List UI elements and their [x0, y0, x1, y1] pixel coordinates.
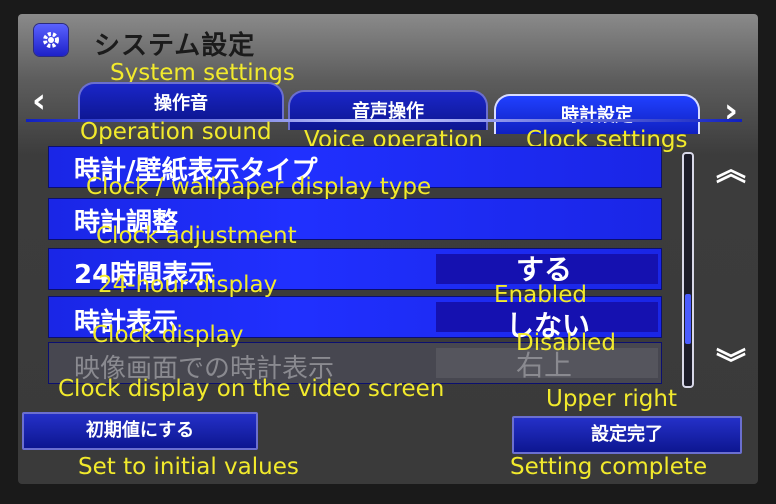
clock-adjustment-translation: Clock adjustment — [96, 223, 297, 249]
tab-voice-operation[interactable]: 音声操作 — [288, 90, 488, 130]
value-clock-display-translation: Disabled — [516, 330, 616, 356]
setting-complete-button[interactable]: 設定完了 — [512, 416, 742, 454]
scrollbar-thumb[interactable] — [685, 294, 691, 344]
tab-operation-sound[interactable]: 操作音 — [78, 82, 284, 122]
reset-defaults-button[interactable]: 初期値にする — [22, 412, 258, 450]
setting-complete-translation: Setting complete — [510, 454, 708, 480]
chevron-left-icon[interactable]: ‹ — [32, 84, 46, 118]
value-field[interactable]: する — [436, 253, 658, 286]
chevron-right-icon[interactable]: › — [724, 94, 738, 128]
reset-defaults-translation: Set to initial values — [78, 454, 299, 480]
video-screen-clock-translation: Clock display on the video screen — [58, 376, 445, 402]
double-chevron-down-icon[interactable]: ︾ — [716, 350, 746, 380]
page-title: システム設定 — [94, 31, 256, 61]
clock-display-translation: Clock display — [92, 322, 244, 348]
clock-wallpaper-type-translation: Clock / wallpaper display type — [86, 174, 432, 200]
double-chevron-up-icon[interactable]: ︽ — [716, 156, 746, 186]
gear-icon — [43, 32, 59, 48]
scrollbar[interactable] — [682, 152, 694, 388]
settings-app-icon — [34, 24, 68, 56]
value-video-screen-clock-translation: Upper right — [546, 386, 677, 412]
value-24-hour-translation: Enabled — [494, 282, 587, 308]
24-hour-display-translation: 24-hour display — [98, 272, 278, 298]
